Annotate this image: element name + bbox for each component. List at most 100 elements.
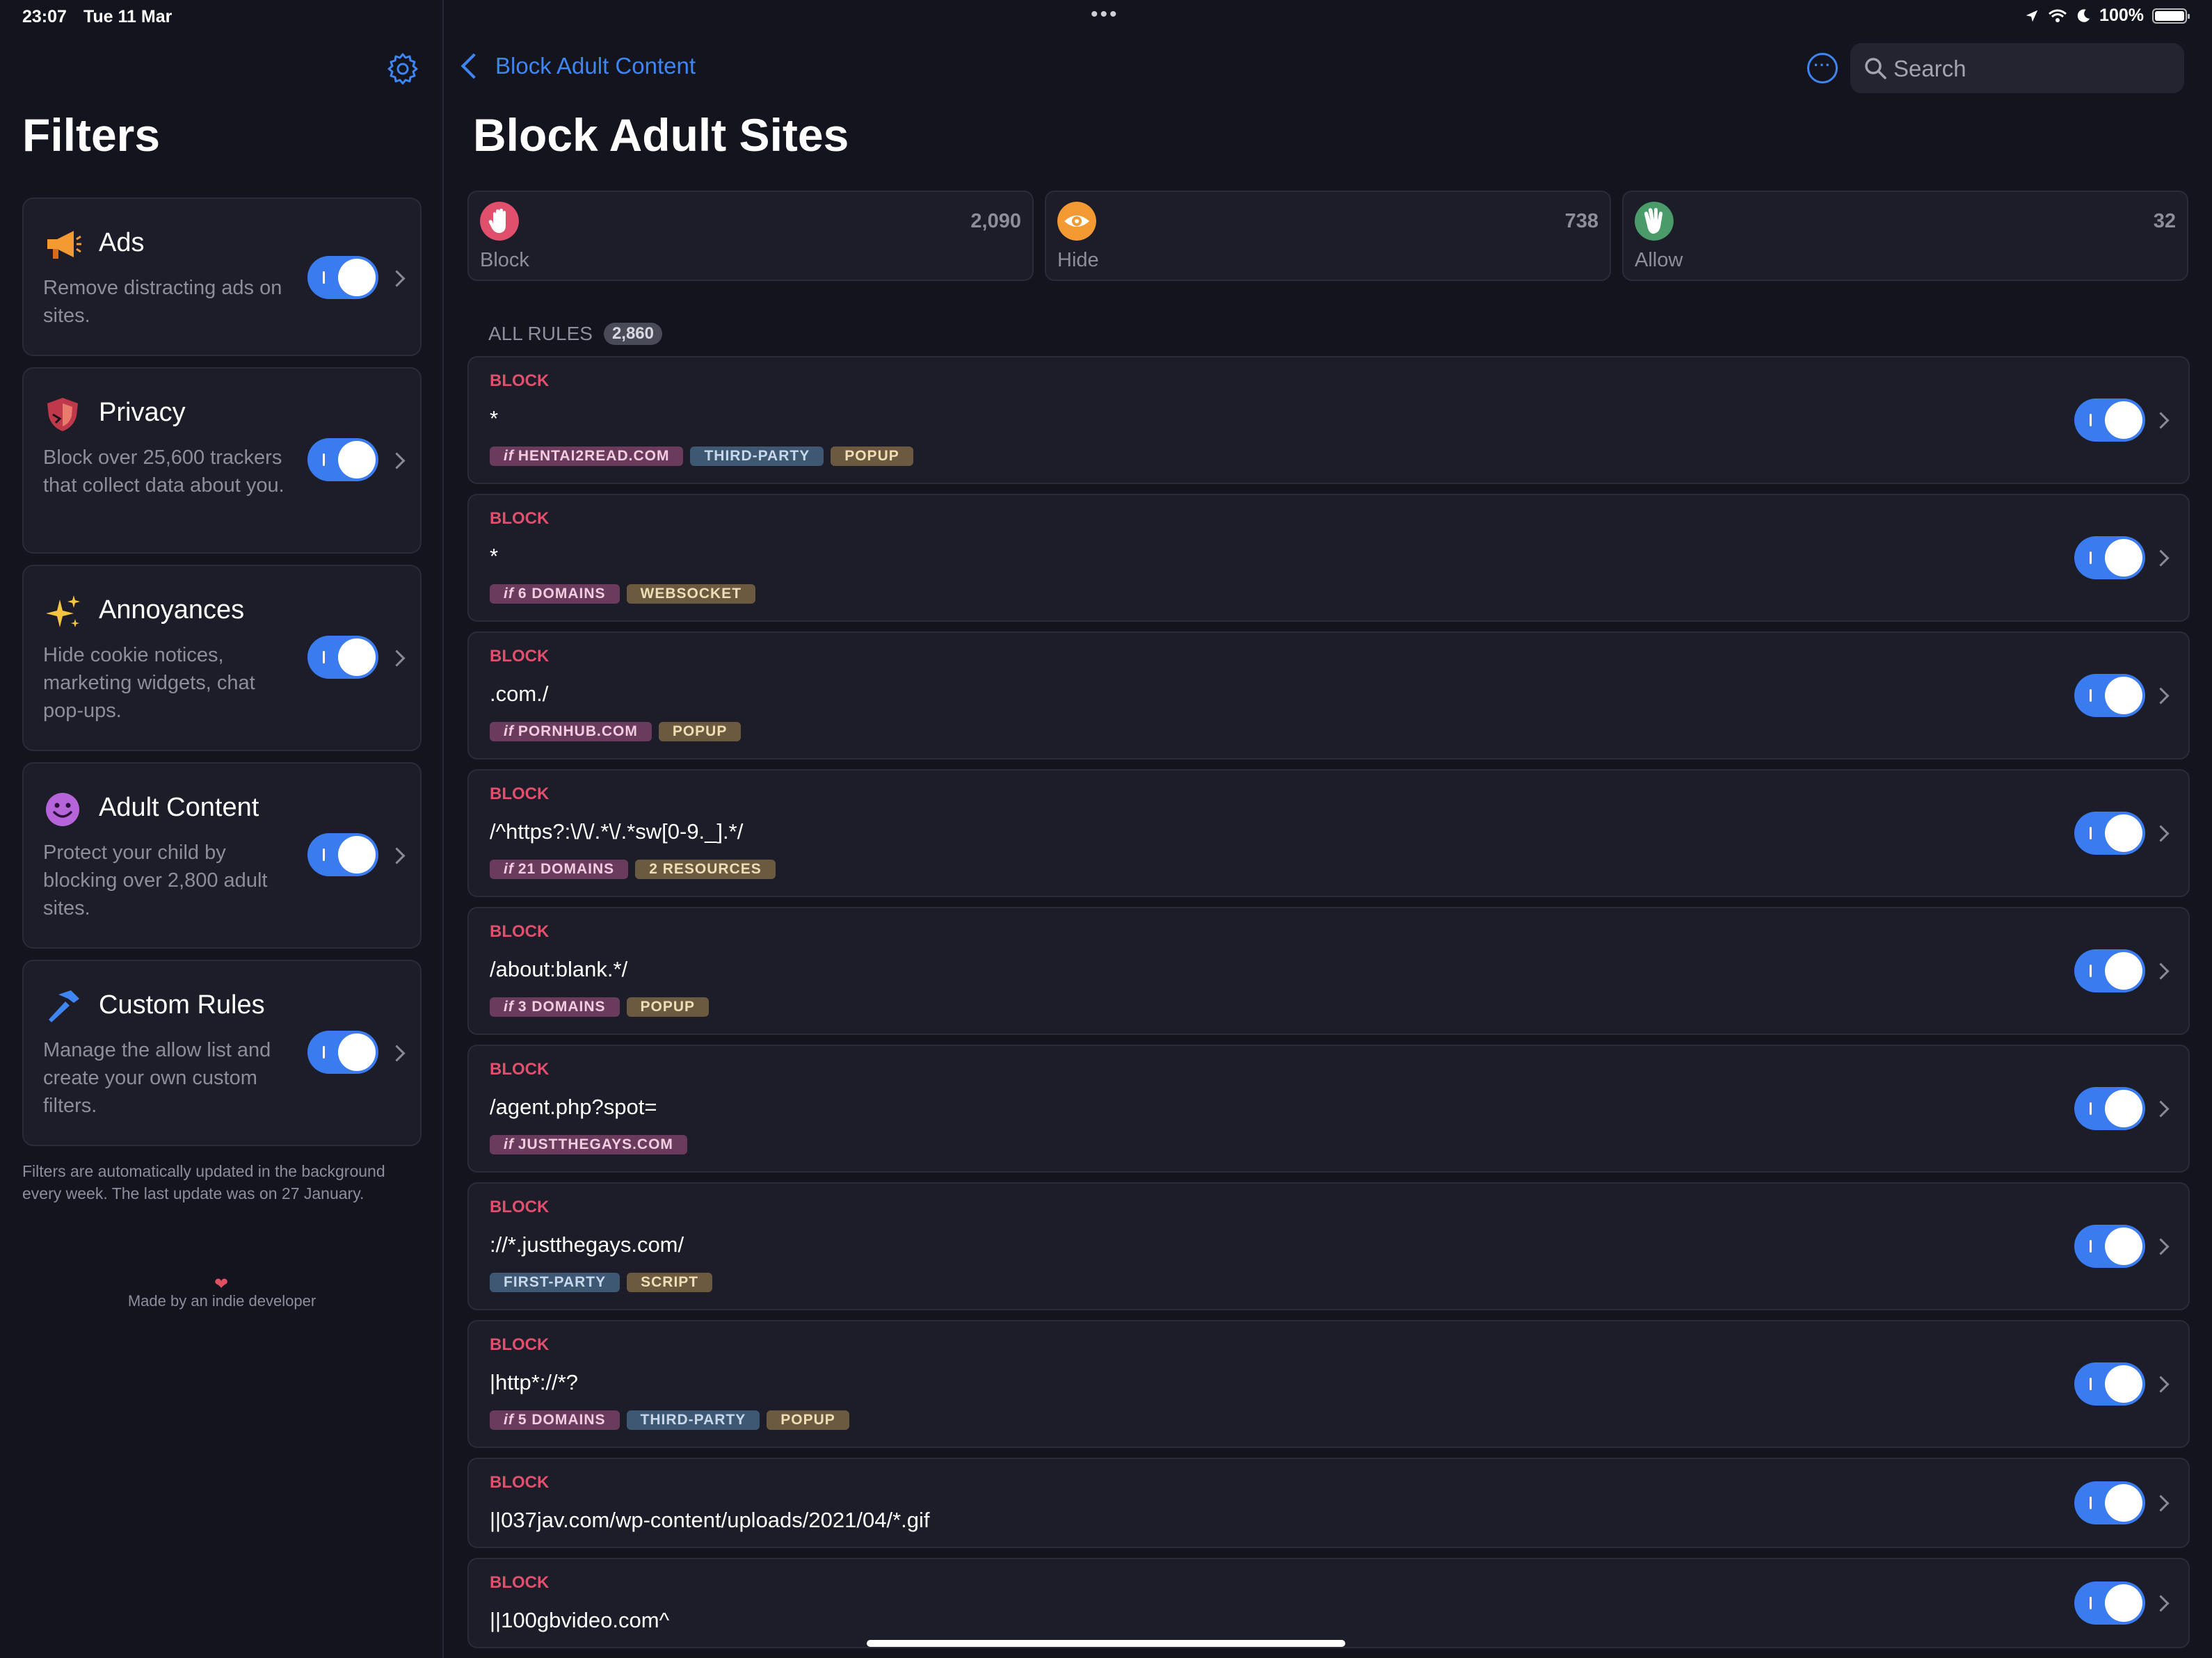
wave-hand-icon bbox=[1635, 202, 1674, 241]
rule-tags: FIRST-PARTY SCRIPT bbox=[490, 1273, 713, 1292]
rule-row[interactable]: BLOCK /^https?:\/\/.*\/.*sw[0-9._].*/ if 21… bbox=[467, 769, 2190, 897]
filter-description: Block over 25,600 trackers that collect … bbox=[43, 446, 284, 497]
shield-icon bbox=[47, 398, 78, 431]
rule-toggle[interactable] bbox=[2074, 399, 2145, 442]
rule-tags: if 3 DOMAINS POPUP bbox=[490, 997, 710, 1017]
filter-card-annoyances[interactable]: Annoyances Hide cookie notices, marketin… bbox=[22, 565, 422, 751]
rule-tags: if 21 DOMAINS 2 RESOURCES bbox=[490, 860, 776, 879]
rule-row[interactable]: BLOCK .com./ if PORNHUB.COM POPUP bbox=[467, 631, 2190, 759]
annoyances-toggle[interactable] bbox=[307, 636, 378, 679]
chevron-right-icon bbox=[2152, 1238, 2170, 1255]
filter-card-ads[interactable]: Ads Remove distracting ads on sites. bbox=[22, 198, 422, 356]
filter-title: Adult Content bbox=[99, 793, 259, 822]
chevron-right-icon bbox=[388, 270, 406, 287]
home-indicator[interactable] bbox=[867, 1640, 1345, 1647]
location-icon bbox=[2026, 10, 2038, 22]
stat-label: Allow bbox=[1635, 249, 1683, 271]
ads-toggle[interactable] bbox=[307, 256, 378, 299]
domain-prefix: if bbox=[504, 999, 514, 1015]
rule-row[interactable]: BLOCK ||100gbvideo.com^ bbox=[467, 1558, 2190, 1648]
rule-type-label: BLOCK bbox=[490, 1335, 550, 1354]
rule-tags: if 6 DOMAINS WEBSOCKET bbox=[490, 584, 756, 604]
rule-pattern: * bbox=[490, 406, 499, 430]
rule-toggle[interactable] bbox=[2074, 536, 2145, 579]
filter-card-custom-rules[interactable]: Custom Rules Manage the allow list and c… bbox=[22, 960, 422, 1146]
main-panel: Block Adult Content ··· Block Adult Site… bbox=[445, 0, 2212, 1658]
stat-card-allow[interactable]: Allow 32 bbox=[1622, 191, 2188, 281]
rules-count-badge: 2,860 bbox=[603, 323, 662, 345]
eye-icon bbox=[1057, 202, 1096, 241]
back-button[interactable]: Block Adult Content bbox=[459, 53, 696, 79]
rule-tags: if 5 DOMAINS THIRD-PARTY POPUP bbox=[490, 1410, 849, 1430]
sidebar-title: Filters bbox=[22, 109, 161, 161]
chevron-right-icon bbox=[2152, 1595, 2170, 1612]
stat-count: 2,090 bbox=[970, 210, 1021, 232]
multitasking-dots[interactable]: ••• bbox=[1091, 3, 1119, 26]
party-tag: THIRD-PARTY bbox=[626, 1410, 760, 1430]
rule-toggle[interactable] bbox=[2074, 1225, 2145, 1268]
search-field[interactable] bbox=[1850, 43, 2184, 95]
stat-card-hide[interactable]: Hide 738 bbox=[1045, 191, 1611, 281]
rule-row[interactable]: BLOCK/about:blank.*/ if 3 DOMAINS POPUP bbox=[467, 907, 2190, 1035]
rule-row[interactable]: BLOCK * if 6 DOMAINS WEBSOCKET bbox=[467, 494, 2190, 622]
chevron-right-icon bbox=[2152, 963, 2170, 980]
stat-card-block[interactable]: Block 2,090 bbox=[467, 191, 1034, 281]
resource-tag: WEBSOCKET bbox=[626, 584, 756, 604]
more-options-button[interactable]: ··· bbox=[1807, 53, 1838, 83]
rule-toggle[interactable] bbox=[2074, 812, 2145, 855]
rule-toggle[interactable] bbox=[2074, 1481, 2145, 1524]
filter-description: Remove distracting ads on sites. bbox=[43, 277, 282, 327]
adult-content-toggle[interactable] bbox=[307, 833, 378, 876]
rule-type-label: BLOCK bbox=[490, 922, 550, 941]
megaphone-icon bbox=[47, 231, 81, 259]
chevron-right-icon bbox=[2152, 1495, 2170, 1512]
hammer-icon bbox=[49, 990, 79, 1022]
rule-pattern: .com./ bbox=[490, 682, 549, 706]
domain-tag: if JUSTTHEGAYS.COM bbox=[490, 1135, 687, 1154]
resource-tag: POPUP bbox=[831, 446, 913, 466]
custom-rules-toggle[interactable] bbox=[307, 1031, 378, 1074]
all-rules-header: ALL RULES 2,860 bbox=[488, 323, 662, 345]
rule-row[interactable]: BLOCK ||037jav.com/wp-content/uploads/202… bbox=[467, 1458, 2190, 1548]
filter-card-privacy[interactable]: Privacy Block over 25,600 trackers that … bbox=[22, 367, 422, 554]
rule-toggle[interactable] bbox=[2074, 1087, 2145, 1130]
rule-pattern: * bbox=[490, 544, 499, 568]
search-input[interactable] bbox=[1892, 43, 2173, 95]
rule-row[interactable]: BLOCK://*.justthegays.com/FIRST-PARTY SCR… bbox=[467, 1182, 2190, 1310]
rule-type-label: BLOCK bbox=[490, 1573, 550, 1592]
rule-type-label: BLOCK bbox=[490, 371, 550, 390]
domain-tag: if 5 DOMAINS bbox=[490, 1410, 620, 1430]
rule-row[interactable]: BLOCK * if HENTAI2READ.COM THIRD-PARTY POPUP bbox=[467, 356, 2190, 484]
rule-toggle[interactable] bbox=[2074, 949, 2145, 992]
section-label: ALL RULES bbox=[488, 323, 593, 344]
privacy-toggle[interactable] bbox=[307, 438, 378, 481]
filter-title: Ads bbox=[99, 228, 145, 257]
domain-tag: if 6 DOMAINS bbox=[490, 584, 620, 604]
domain-tag: if PORNHUB.COM bbox=[490, 722, 652, 741]
rule-tags: if HENTAI2READ.COM THIRD-PARTY POPUP bbox=[490, 446, 913, 466]
rule-pattern: /^https?:\/\/.*\/.*sw[0-9._].*/ bbox=[490, 819, 744, 844]
rule-toggle[interactable] bbox=[2074, 1362, 2145, 1406]
domain-tag: if 3 DOMAINS bbox=[490, 997, 620, 1017]
domain-value: HENTAI2READ.COM bbox=[518, 448, 670, 464]
rule-row[interactable]: BLOCK/agent.php?spot= if JUSTTHEGAYS.COM bbox=[467, 1045, 2190, 1173]
domain-prefix: if bbox=[504, 1136, 514, 1152]
rule-toggle[interactable] bbox=[2074, 1581, 2145, 1625]
resource-tag: 2 RESOURCES bbox=[635, 860, 776, 879]
domain-prefix: if bbox=[504, 1412, 514, 1428]
status-right: 100% bbox=[2024, 6, 2190, 26]
domain-prefix: if bbox=[504, 723, 514, 739]
rule-toggle[interactable] bbox=[2074, 674, 2145, 717]
resource-tag: POPUP bbox=[767, 1410, 849, 1430]
gear-icon[interactable] bbox=[385, 51, 420, 86]
party-tag: THIRD-PARTY bbox=[690, 446, 824, 466]
rule-type-label: BLOCK bbox=[490, 784, 550, 803]
chevron-right-icon bbox=[2152, 549, 2170, 567]
domain-prefix: if bbox=[504, 861, 514, 877]
rule-row[interactable]: BLOCK |http*://*? if 5 DOMAINS THIRD-PARTY PO… bbox=[467, 1320, 2190, 1448]
rule-type-label: BLOCK bbox=[490, 509, 550, 528]
resource-tag: SCRIPT bbox=[627, 1273, 713, 1292]
filter-card-adult-content[interactable]: Adult Content Protect your child by bloc… bbox=[22, 762, 422, 949]
chevron-right-icon bbox=[388, 847, 406, 864]
rule-pattern: |http*://*? bbox=[490, 1370, 578, 1394]
